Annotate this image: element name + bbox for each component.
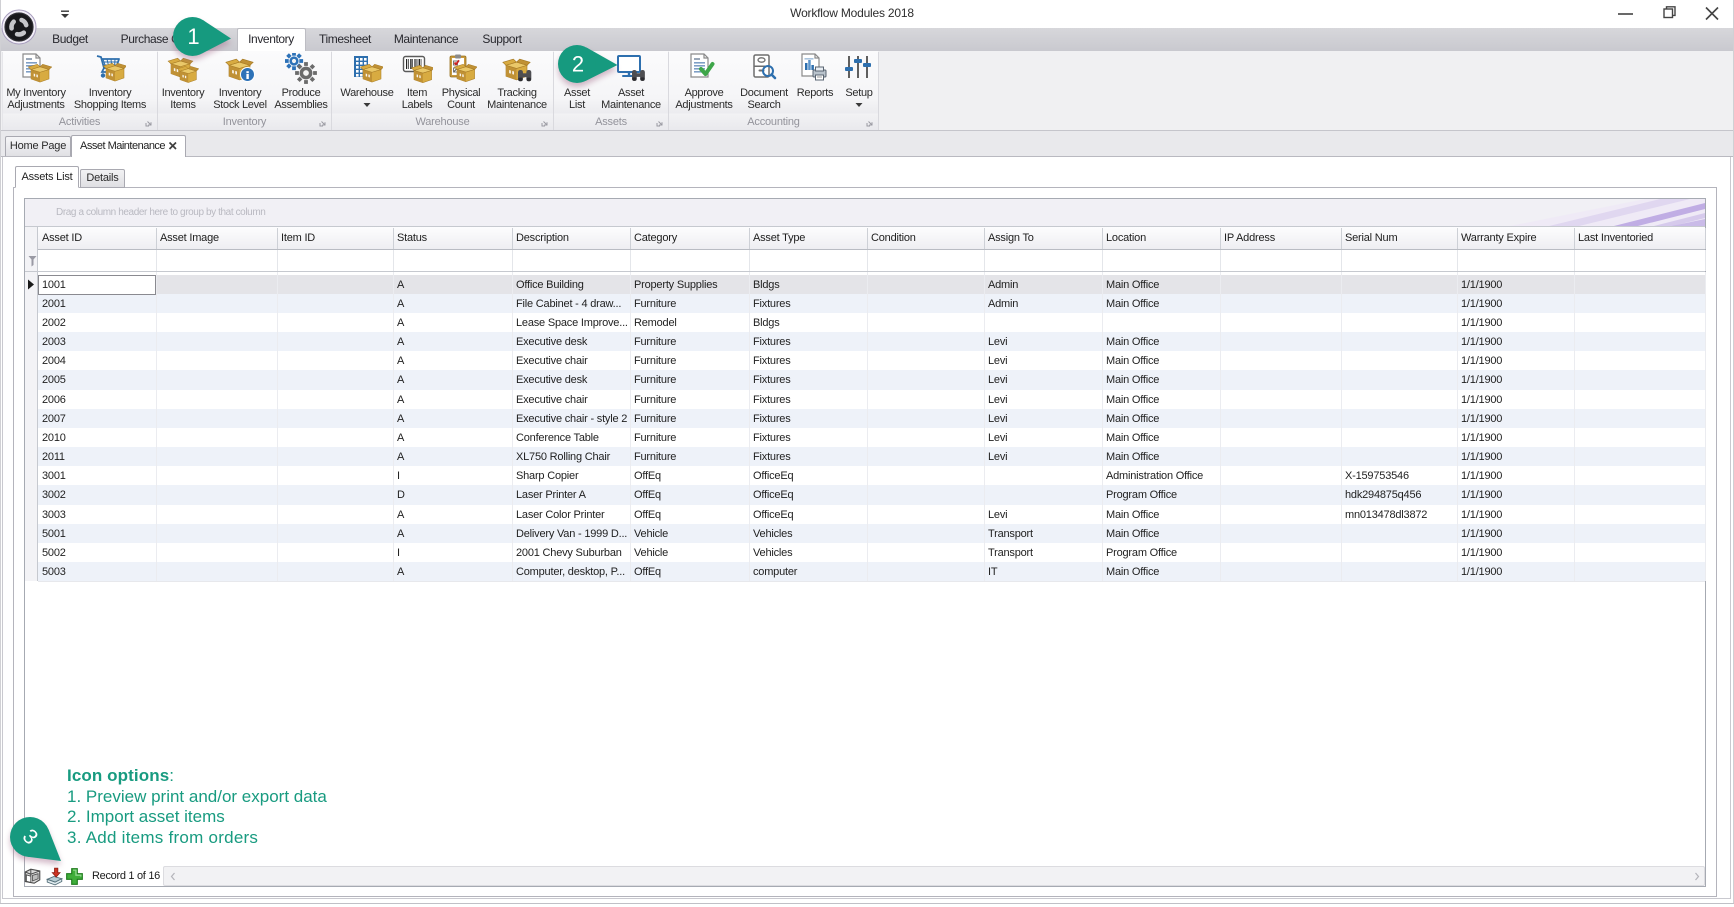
svg-text:1: 1 [187,24,199,49]
svg-text:2: 2 [571,51,583,76]
